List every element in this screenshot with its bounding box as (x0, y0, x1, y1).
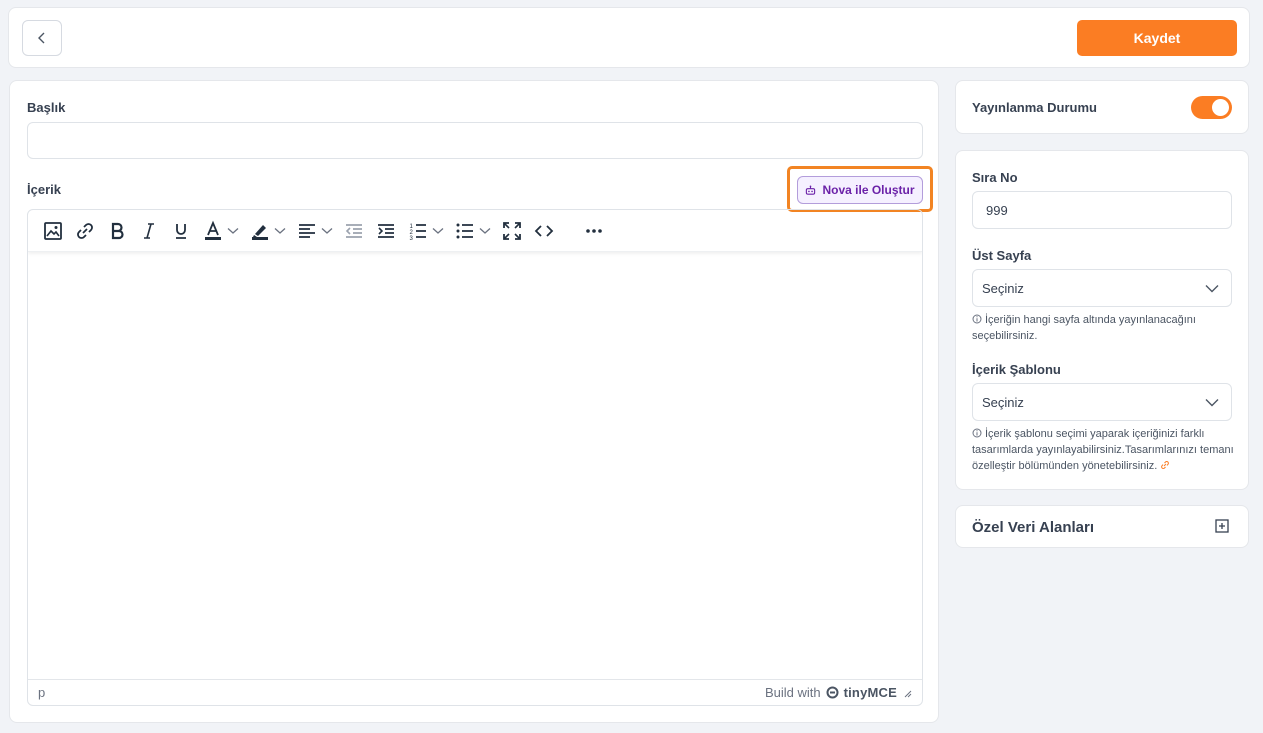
content-form-card: Başlık İçerik Nova ile Oluştur 1 2 3 p B… (9, 80, 939, 723)
bold-icon[interactable] (106, 210, 128, 252)
publish-status-label: Yayınlanma Durumu (972, 100, 1097, 115)
fullscreen-icon[interactable] (501, 210, 523, 252)
publish-status-card: Yayınlanma Durumu (955, 80, 1249, 134)
plus-square-icon[interactable] (1215, 519, 1229, 533)
template-select[interactable]: Seçiniz (972, 383, 1232, 421)
link-icon[interactable] (74, 210, 96, 252)
custom-fields-label: Özel Veri Alanları (972, 519, 1094, 536)
title-input[interactable] (27, 122, 923, 159)
more-icon[interactable] (583, 210, 605, 252)
indent-icon[interactable] (375, 210, 397, 252)
brand-name: tinyMCE (843, 685, 897, 700)
template-selected: Seçiniz (982, 394, 1024, 410)
parent-page-label: Üst Sayfa (972, 248, 1032, 263)
numbered-list-icon[interactable]: 123 (407, 210, 444, 252)
robot-icon (806, 185, 816, 195)
highlight-icon[interactable] (249, 210, 286, 252)
chevron-down-icon (1205, 398, 1219, 406)
parent-page-help-text: İçeriğin hangi sayfa altında yayınlanaca… (972, 314, 1196, 342)
svg-text:3: 3 (410, 236, 414, 242)
back-button[interactable] (22, 20, 62, 56)
editor-toolbar: 123 (28, 210, 922, 252)
custom-fields-card[interactable]: Özel Veri Alanları (955, 505, 1249, 548)
chevron-down-icon (1205, 284, 1219, 292)
info-icon (972, 314, 982, 324)
nova-button-label: Nova ile Oluştur (822, 183, 915, 197)
align-icon[interactable] (296, 210, 333, 252)
underline-icon[interactable] (170, 210, 192, 252)
save-button[interactable]: Kaydet (1077, 20, 1237, 56)
template-help: İçerik şablonu seçimi yaparak içeriğiniz… (972, 426, 1234, 474)
content-label: İçerik (27, 182, 61, 197)
tinymce-branding[interactable]: Build with tinyMCE (765, 685, 912, 700)
info-icon (972, 428, 982, 438)
image-icon[interactable] (42, 210, 64, 252)
nova-create-button[interactable]: Nova ile Oluştur (797, 176, 923, 204)
template-label: İçerik Şablonu (972, 362, 1061, 377)
text-color-icon[interactable] (202, 210, 239, 252)
brand-prefix: Build with (764, 685, 821, 700)
template-help-text: İçerik şablonu seçimi yaparak içeriğiniz… (972, 428, 1234, 472)
editor-statusbar: p Build with tinyMCE (28, 679, 922, 705)
element-path[interactable]: p (38, 685, 45, 700)
parent-page-help: İçeriğin hangi sayfa altında yayınlanaca… (972, 312, 1234, 344)
parent-page-selected: Seçiniz (982, 280, 1024, 296)
order-value: 999 (986, 203, 1008, 218)
top-bar: Kaydet (8, 7, 1250, 68)
outdent-icon[interactable] (343, 210, 365, 252)
code-icon[interactable] (533, 210, 555, 252)
parent-page-select[interactable]: Seçiniz (972, 269, 1232, 307)
resize-handle-icon[interactable] (902, 688, 912, 698)
rich-text-editor[interactable]: 123 p Build with tinyMCE (27, 209, 923, 706)
chevron-left-icon (38, 32, 45, 44)
italic-icon[interactable] (138, 210, 160, 252)
order-label: Sıra No (972, 170, 1018, 185)
order-input[interactable]: 999 (972, 191, 1232, 229)
link-icon[interactable] (1160, 460, 1170, 470)
tinymce-logo-icon (826, 686, 839, 699)
page-settings-card: Sıra No 999 Üst Sayfa Seçiniz İçeriğin h… (955, 150, 1249, 490)
title-label: Başlık (27, 100, 66, 115)
bullet-list-icon[interactable] (454, 210, 491, 252)
publish-toggle[interactable] (1191, 96, 1232, 119)
